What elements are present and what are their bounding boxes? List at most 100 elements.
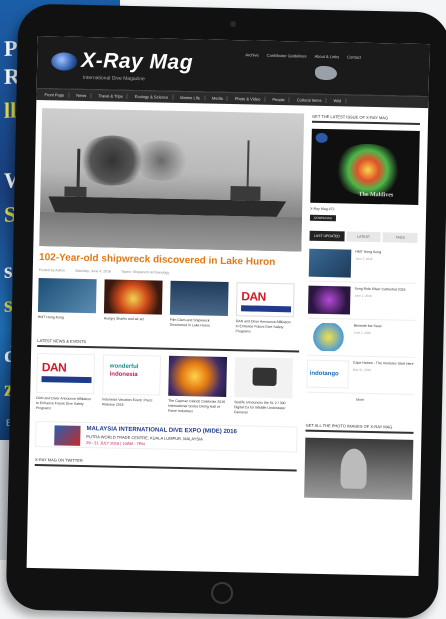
related-caption[interactable]: Film Clam and Shipwreck Discovered in La…: [170, 318, 228, 329]
related-caption[interactable]: HMT Hong Kong: [38, 315, 96, 321]
related-card[interactable]: Hungry Sharks and air art: [104, 279, 163, 332]
nav-item[interactable]: Front Page: [40, 92, 70, 98]
related-thumbnail[interactable]: [169, 280, 229, 316]
meta-topics[interactable]: Topics: Shipwreck Archaeology: [121, 270, 169, 275]
main-content: 102-Year-old shipwreck discovered in Lak…: [28, 100, 428, 500]
list-item-thumbnail[interactable]: [307, 285, 351, 315]
news-thumbnail[interactable]: [168, 355, 228, 397]
mide-banner-ad[interactable]: MALAYSIA INTERNATIONAL DIVE EXPO (MIDE) …: [35, 420, 298, 453]
nav-item[interactable]: Marine Life: [176, 94, 206, 101]
sidebar-tabs: LAST UPDATED LATEST TAGS: [309, 230, 418, 243]
tab-last-updated[interactable]: LAST UPDATED: [309, 230, 345, 242]
news-caption[interactable]: The Cayman Islands Celebrate 2016 Intern…: [168, 399, 226, 415]
related-caption[interactable]: Hungry Sharks and air art: [104, 316, 162, 322]
home-button[interactable]: [210, 581, 234, 605]
diver-figure: [340, 448, 368, 489]
hero-meta: Posted by Admin Saturday, June 4, 2016 T…: [39, 268, 301, 277]
related-card[interactable]: HMT Hong Kong: [38, 278, 97, 331]
download-button[interactable]: DOWNLOAD: [309, 214, 337, 222]
list-item-title[interactable]: Cape Nature - The Ventures Start Here: [353, 361, 414, 367]
related-caption[interactable]: DAN and Diver Announce Affiliation to En…: [236, 319, 294, 335]
tab-tags[interactable]: TAGS: [382, 232, 418, 243]
news-thumbnail[interactable]: DAN: [36, 353, 96, 395]
cover-text: ll: [4, 97, 17, 123]
photo-gallery-image[interactable]: [304, 437, 414, 500]
dan-logo-bar: [240, 305, 292, 313]
news-thumbs: DAN DAN and Diver Announce Affiliation t…: [36, 353, 299, 416]
dan-logo: DAN: [41, 360, 67, 375]
news-thumbnail[interactable]: [234, 357, 294, 399]
news-card[interactable]: DAN DAN and Diver Announce Affiliation t…: [36, 353, 96, 412]
nav-item[interactable]: Ecology & Science: [130, 93, 174, 100]
related-thumbs: HMT Hong Kong Hungry Sharks and air art …: [38, 278, 301, 335]
hero-image-shipwreck[interactable]: [39, 108, 305, 252]
list-item-date: June 2, 2016: [354, 293, 372, 299]
nav-item[interactable]: Photo & Video: [230, 96, 266, 102]
eye-logo-icon: [315, 132, 328, 144]
nav-item[interactable]: Cultural Items: [292, 97, 327, 104]
top-link[interactable]: Contributor Guidelines: [267, 53, 307, 59]
list-item-title[interactable]: HMT Hong Kong: [355, 250, 381, 256]
news-caption[interactable]: DAN and Diver Announce Affiliation to En…: [36, 396, 94, 412]
list-item-title[interactable]: Beneath the Seas: [354, 324, 382, 330]
nav-item[interactable]: Wild: [329, 98, 347, 104]
mide-logo-icon: [54, 425, 81, 446]
top-link[interactable]: About & Links: [314, 54, 339, 60]
list-item[interactable]: HMT Hong Kong June 3, 2016: [308, 244, 418, 284]
indotango-logo-text: indotango: [309, 370, 339, 378]
list-item[interactable]: Beneath the Seas June 1, 2016: [307, 318, 416, 358]
site-header: X-Ray Mag International Dive Magazine Ar…: [36, 35, 430, 97]
eye-logo-icon: [51, 52, 78, 71]
sidebar-list: HMT Hong Kong June 3, 2016 Song Ride Sil…: [306, 244, 418, 395]
related-card[interactable]: DAN DAN and Diver Announce Affiliation t…: [236, 282, 295, 335]
nav-item[interactable]: Travel & Trips: [94, 93, 128, 99]
tab-latest[interactable]: LATEST: [346, 231, 382, 243]
news-thumbnail[interactable]: wonderful indonesia: [102, 354, 162, 396]
camera-icon: [229, 20, 237, 28]
latest-issue-caption: X-Ray Mag #72: [310, 206, 335, 212]
list-item-date: May 31, 2016: [352, 367, 372, 373]
mascot-fish-icon: [314, 65, 338, 81]
nav-item[interactable]: People: [268, 96, 290, 103]
related-thumbnail[interactable]: DAN: [235, 282, 295, 318]
section-heading-latest-news: LATEST NEWS & EVENTS: [37, 338, 300, 353]
nav-item[interactable]: News: [72, 92, 92, 99]
list-item-thumbnail[interactable]: indotango: [306, 359, 349, 389]
related-card[interactable]: Film Clam and Shipwreck Discovered in La…: [169, 280, 229, 334]
dan-logo: DAN: [241, 289, 266, 304]
meta-date: Saturday, June 4, 2016: [75, 268, 112, 274]
latest-issue-cover[interactable]: The Maldives: [310, 128, 420, 205]
news-caption[interactable]: Indonesia Vacation Event: Press Release …: [102, 397, 160, 408]
news-card[interactable]: The Cayman Islands Celebrate 2016 Intern…: [168, 355, 228, 415]
site-logo[interactable]: X-Ray Mag: [81, 49, 193, 75]
list-item-thumbnail[interactable]: [308, 248, 352, 278]
top-links: Archive Contributor Guidelines About & L…: [245, 52, 361, 59]
dan-logo-bar: [41, 376, 92, 384]
indonesia-logo-text: indonesia: [109, 371, 138, 379]
smoke: [130, 139, 192, 182]
latest-issue-heading: GET THE LATEST ISSUE OF X-RAY MAG: [311, 113, 421, 125]
more-link[interactable]: More: [306, 397, 414, 403]
top-link[interactable]: Contact: [347, 54, 361, 59]
top-link[interactable]: Archive: [245, 52, 258, 57]
section-heading-twitter: X-RAY MAG ON TWITTER: [34, 456, 297, 472]
ship-deckhouse: [64, 186, 87, 198]
ship-deckhouse: [230, 186, 261, 201]
news-card[interactable]: Sealife announces the SL 2 / 300 Digital…: [234, 357, 294, 416]
list-item-thumbnail[interactable]: [307, 322, 350, 352]
related-thumbnail[interactable]: [103, 279, 163, 315]
scene: Pr R ll Wr Su sl s dp z BY X-Ray Mag Int…: [0, 0, 446, 619]
related-thumbnail[interactable]: [37, 278, 97, 314]
news-caption[interactable]: Sealife announces the SL 2 / 300 Digital…: [234, 400, 292, 416]
nav-item[interactable]: Media: [207, 95, 228, 101]
hero-headline-link[interactable]: 102-Year-old shipwreck discovered in Lak…: [39, 252, 301, 269]
cover-title: The Maldives: [358, 191, 394, 199]
list-item[interactable]: indotango Cape Nature - The Ventures Sta…: [306, 355, 416, 395]
list-item[interactable]: Song Ride Silver Cathedral 2016 June 2, …: [307, 281, 417, 321]
cover-art: [332, 143, 404, 197]
site-tagline: International Dive Magazine: [82, 74, 145, 83]
news-card[interactable]: wonderful indonesia Indonesia Vacation E…: [102, 354, 162, 413]
list-item-title[interactable]: Song Ride Silver Cathedral 2016: [354, 287, 405, 293]
water: [39, 212, 302, 252]
left-column: 102-Year-old shipwreck discovered in Lak…: [34, 108, 305, 497]
